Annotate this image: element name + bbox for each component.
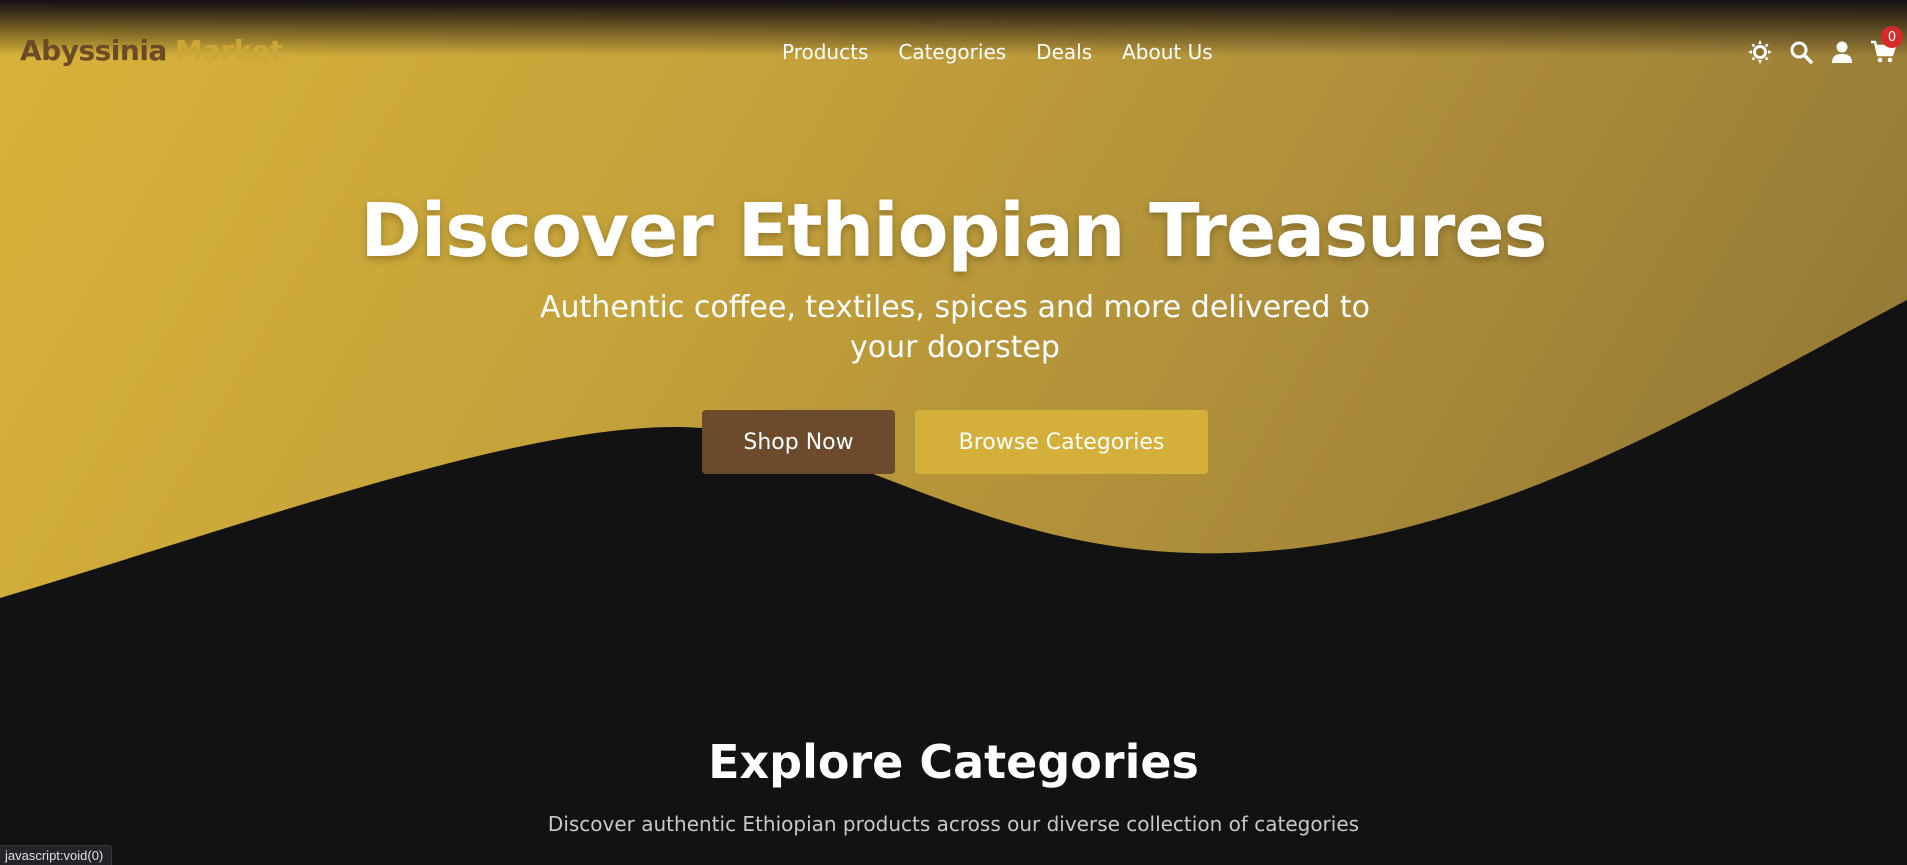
browser-status-bar: javascript:void(0) <box>0 845 113 865</box>
navbar: Abyssinia Market Products Categories Deal… <box>0 26 1907 78</box>
user-icon[interactable] <box>1828 38 1856 66</box>
brand-name: Abyssinia <box>20 34 167 67</box>
brand-accent: Market <box>174 34 283 67</box>
section-subtitle: Discover authentic Ethiopian products ac… <box>547 812 1360 836</box>
page: Shop Now Abyssinia Market Products Catego… <box>0 0 1907 865</box>
nav-links: Products Categories Deals About Us <box>782 40 1243 64</box>
section-title: Explore Categories <box>708 735 1199 789</box>
brand-logo[interactable]: Abyssinia Market <box>20 34 283 67</box>
cart-count-badge: 0 <box>1881 26 1903 48</box>
nav-link-categories[interactable]: Categories <box>898 40 1006 64</box>
hero-title: Discover Ethiopian Treasures <box>360 188 1547 274</box>
hero-subtitle: Authentic coffee, textiles, spices and m… <box>540 290 1371 365</box>
browse-categories-button[interactable]: Browse Categories <box>915 410 1208 474</box>
shop-now-button[interactable]: Shop Now <box>702 410 895 474</box>
theme-toggle-icon[interactable] <box>1746 38 1774 66</box>
nav-link-deals[interactable]: Deals <box>1036 40 1092 64</box>
nav-link-about-us[interactable]: About Us <box>1122 40 1213 64</box>
nav-link-products[interactable]: Products <box>782 40 868 64</box>
nav-icons: 0 <box>1733 26 1903 66</box>
search-icon[interactable] <box>1787 38 1815 66</box>
cart-icon[interactable]: 0 <box>1869 26 1903 66</box>
